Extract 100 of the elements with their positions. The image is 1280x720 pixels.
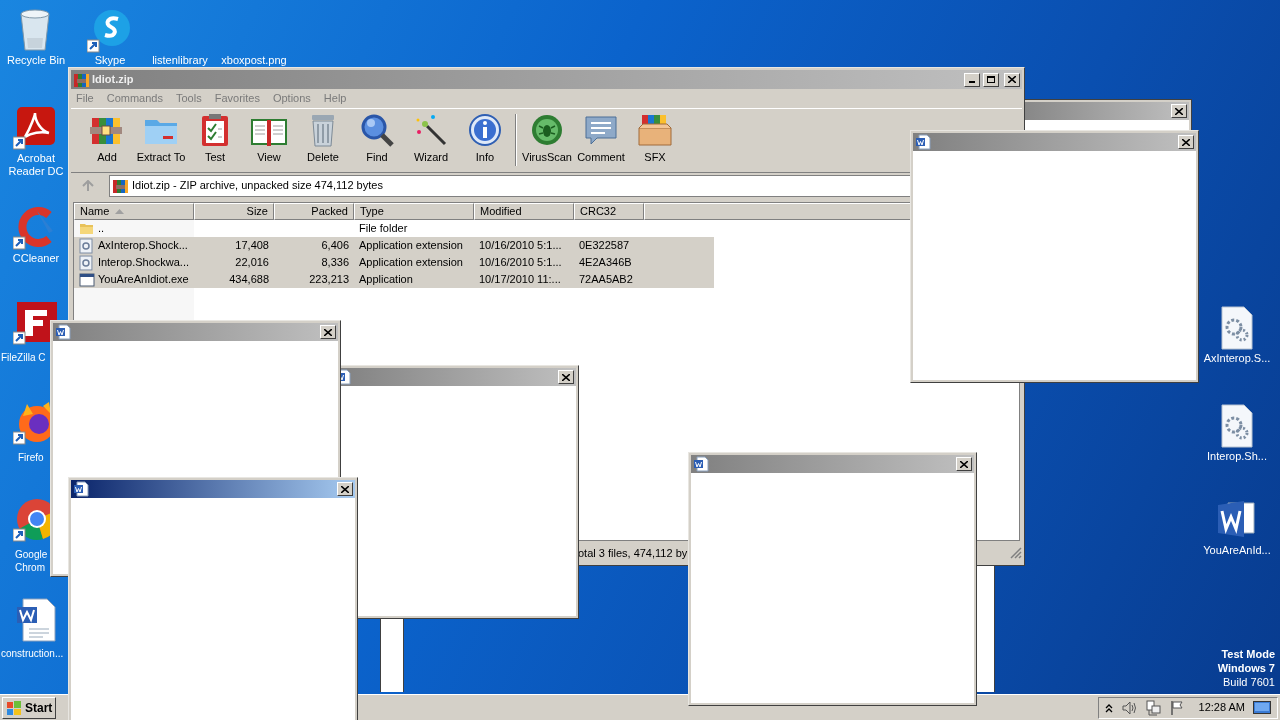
column-header[interactable]: Modified [474,203,574,220]
table-cell-text: 22,016 [235,255,269,271]
table-cell-text: Application extension [359,255,463,271]
table-cell-text: 6,406 [321,238,349,254]
os-notice: Build 7601 [1223,675,1275,689]
resize-grip-icon [1010,547,1022,559]
desktop-icon [1253,700,1271,715]
close-icon [1008,76,1016,83]
info-icon [467,112,503,148]
word-document-icon [55,324,71,340]
icon-label: Interop.Sh... [1206,450,1268,463]
close-button[interactable] [956,457,972,471]
close-icon [1175,107,1183,115]
word-document-icon [915,134,931,150]
table-cell-text: 72AA5AB2 [579,272,633,288]
archive-icon [73,71,89,88]
icon-label: Acrobat Reader DC [7,152,65,178]
icon-label: Google Chrom [15,548,49,574]
toolbar-button[interactable]: VirusScan [520,112,574,163]
windows-flag-icon [6,699,22,716]
table-cell-text: 223,213 [309,272,349,288]
file-row[interactable]: YouAreAnIdiot.exe 434,688 223,213 Application 10/17/2010 11:... 72AA5AB2 [74,271,714,288]
close-button[interactable] [320,325,336,339]
sort-arrow-icon [115,209,125,214]
toolbar-button[interactable]: SFX [628,112,682,163]
table-cell-text: AxInterop.Shock... [98,238,188,254]
icon-label: YouAreAnId... [1202,544,1272,557]
toolbar-button[interactable]: Delete [296,112,350,163]
clock: 12:28 AM [1198,700,1245,716]
toolbar-button[interactable]: Info [458,112,512,163]
table-cell-text: Application extension [359,238,463,254]
toolbar-button[interactable]: Add [80,112,134,163]
status-text: otal 3 files, 474,112 by [578,545,688,561]
icon-label: construction... [1,647,65,660]
toolbar-button[interactable]: Find [350,112,404,163]
table-cell-text: 0E322587 [579,238,630,254]
column-header[interactable]: Name [74,203,194,220]
start-button[interactable]: Start [2,696,57,719]
chevron-up-icon [1104,702,1113,713]
close-icon [341,485,349,493]
component-file-icon [79,237,95,254]
file-row[interactable]: .. File folder [74,220,714,237]
toolbar-button[interactable]: Comment [574,112,628,163]
close-button[interactable] [1178,135,1194,149]
icon-label: Recycle Bin [5,54,67,67]
bug-icon [529,112,565,148]
icon-label: FileZilla C [1,351,47,364]
word-document-icon [73,481,89,497]
program-window-icon [79,271,95,288]
table-cell-text: 10/16/2010 5:1... [479,238,562,254]
minimize-button[interactable] [964,72,980,87]
table-cell-text: 4E2A346B [579,255,632,271]
file-row[interactable]: AxInterop.Shock... 17,408 6,406 Application extension 10/16/2010 5:1... 0E322587 [74,237,714,254]
table-cell-text: YouAreAnIdiot.exe [98,272,189,288]
icon-label: AxInterop.S... [1202,352,1272,365]
search-icon [359,112,395,148]
table-cell-text: Application [359,272,413,288]
maximize-button[interactable] [983,72,999,87]
speaker-icon [1120,699,1137,716]
table-cell-text: 10/16/2010 5:1... [479,255,562,271]
table-cell-text: 434,688 [229,272,269,288]
os-notice: Test Mode [1221,647,1275,661]
word-document-icon [693,456,709,472]
window-title: Idiot.zip [92,72,134,88]
icon-label: Skype [93,54,127,67]
toolbar-button[interactable]: Wizard [404,112,458,163]
table-cell-text: File folder [359,221,408,237]
table-cell-text: .. [98,221,105,237]
maximize-icon [987,76,995,83]
close-icon [1182,138,1190,146]
icon-label: Firefo [18,451,45,464]
toolbar-button[interactable]: Extract To [134,112,188,163]
table-cell-text: 17,408 [235,238,269,254]
column-header[interactable]: Size [194,203,274,220]
box-icon [637,112,673,148]
toolbar-button[interactable]: View [242,112,296,163]
close-button[interactable] [1004,72,1020,87]
table-cell-text: Interop.Shockwa... [97,255,189,271]
component-file-icon [79,254,95,271]
up-arrow-icon [82,179,94,192]
table-cell-text: 10/17/2010 11:... [479,272,561,288]
close-button[interactable] [337,482,353,496]
close-button[interactable] [558,370,574,384]
icon-label: listenlibrary [151,54,209,67]
close-icon [324,328,332,336]
file-row[interactable]: Interop.Shockwa... 22,016 8,336 Application extension 10/16/2010 5:1... 4E2A346B [74,254,714,271]
close-icon [960,460,968,468]
network-icon [1144,699,1161,716]
icon-label: xboxpost.png [220,54,288,67]
column-header[interactable]: CRC32 [574,203,644,220]
os-notice: Windows 7 [1217,661,1275,675]
table-cell-text: 8,336 [321,255,349,271]
archive-icon [112,177,128,194]
column-header[interactable]: Packed [274,203,354,220]
close-icon [562,373,570,381]
toolbar-button[interactable]: Test [188,112,242,163]
icon-label: CCleaner [11,252,61,265]
flag-icon [1168,699,1185,716]
close-button[interactable] [1171,104,1187,118]
column-header[interactable]: Type [354,203,474,220]
